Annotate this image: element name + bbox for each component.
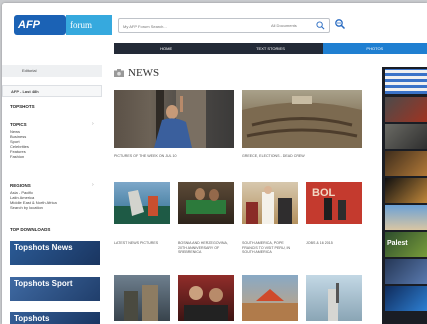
page-title: NEWS — [128, 67, 160, 79]
tab-photos[interactable]: Photos — [322, 43, 427, 54]
thumb-night[interactable] — [385, 259, 427, 284]
photo-image — [246, 186, 292, 224]
svg-text:BOL: BOL — [312, 187, 336, 199]
advanced-search-icon[interactable] — [334, 18, 346, 30]
sidebar-editorial[interactable]: Editorial — [2, 65, 102, 77]
thumb-portrait[interactable] — [385, 151, 427, 176]
tile-topshots-sport[interactable]: Topshots Sport — [10, 277, 100, 301]
photo-row3-1[interactable] — [114, 275, 170, 321]
caption-6[interactable]: Jobs & 16 2015 — [306, 241, 362, 246]
chevron-right-icon[interactable]: › — [92, 182, 94, 188]
afp-logo[interactable]: AFP — [14, 15, 66, 35]
chevron-right-icon[interactable]: › — [92, 121, 94, 127]
photo-image — [242, 96, 362, 148]
app-window: AFP forum All Documents Home Text Storie… — [2, 3, 427, 324]
thumb-label: Palest — [387, 240, 408, 247]
thumb-monument[interactable] — [385, 205, 427, 230]
sidebar-heading-downloads[interactable]: Top downloads — [10, 227, 50, 232]
service-select[interactable]: AFP - Last 48h — [2, 85, 102, 97]
photo-image — [184, 286, 228, 321]
sidebar-editorial-label: Editorial — [22, 68, 37, 73]
caption-1[interactable]: PICTURES OF THE WEEK ON JUL 10 — [114, 154, 234, 159]
sidebar-heading-topshots[interactable]: Topshots — [10, 104, 35, 109]
camera-icon — [114, 69, 124, 77]
caption-5[interactable]: SOUTH AMERICA, Pope Francis to visit Per… — [242, 241, 298, 255]
sidebar-item-fashion[interactable]: Fashion — [10, 154, 24, 159]
photo-greece-elections[interactable] — [242, 90, 362, 148]
search-input[interactable] — [123, 22, 263, 30]
search-scope-select[interactable]: All Documents — [271, 23, 297, 28]
caption-2[interactable]: GREECE, Elections - Dead Crew — [242, 154, 362, 159]
thumb-earth[interactable] — [385, 286, 427, 311]
forum-logo[interactable]: forum — [66, 15, 112, 35]
photo-image: BOL — [312, 187, 346, 220]
sidebar-heading-regions[interactable]: Regions — [10, 183, 31, 188]
photo-image — [328, 283, 339, 321]
photo-row3-2[interactable] — [178, 275, 234, 321]
photo-bosnia-srebrenica[interactable] — [178, 182, 234, 224]
photo-latest-news[interactable] — [114, 182, 170, 224]
photo-image — [242, 289, 298, 321]
thumb-palestine[interactable]: Palest — [385, 232, 427, 257]
thumb-crowd[interactable] — [385, 124, 427, 149]
thumb-greek-flag[interactable] — [385, 69, 427, 94]
sidebar: Editorial AFP - Last 48h Topshots Topics… — [2, 55, 102, 324]
main-nav: Home Text Stories Photos — [114, 43, 427, 54]
sidebar-heading-topics[interactable]: Topics — [10, 122, 27, 127]
photo-jobs[interactable]: BOL — [306, 182, 362, 224]
thumb-fire[interactable] — [385, 178, 427, 203]
photo-pictures-of-the-week[interactable] — [114, 90, 234, 148]
sidebar-item-search-location[interactable]: Search by location — [10, 205, 43, 210]
tab-home[interactable]: Home — [114, 43, 218, 54]
search-icon[interactable] — [316, 21, 325, 30]
tab-text-stories[interactable]: Text Stories — [218, 43, 322, 54]
service-select-label: AFP - Last 48h — [11, 89, 39, 94]
thumb-protest[interactable] — [385, 97, 427, 122]
top-header: AFP forum All Documents — [2, 3, 427, 43]
photo-image — [124, 285, 158, 321]
tile-topshots[interactable]: Topshots — [10, 312, 100, 324]
search-box: All Documents — [118, 18, 330, 33]
photo-image — [114, 190, 170, 224]
caption-4[interactable]: BOSNIA AND HERZEGOVINA, 20th anniversary… — [178, 241, 234, 255]
tile-topshots-news[interactable]: Topshots News — [10, 241, 100, 265]
caption-3[interactable]: LATEST NEWS PICTURES — [114, 241, 170, 246]
right-thumbnail-column: Palest — [382, 67, 427, 324]
photo-image — [154, 90, 206, 148]
photo-row3-3[interactable] — [242, 275, 298, 321]
photo-image — [186, 188, 226, 214]
photo-row3-4[interactable] — [306, 275, 362, 321]
photo-pope-francis[interactable] — [242, 182, 298, 224]
